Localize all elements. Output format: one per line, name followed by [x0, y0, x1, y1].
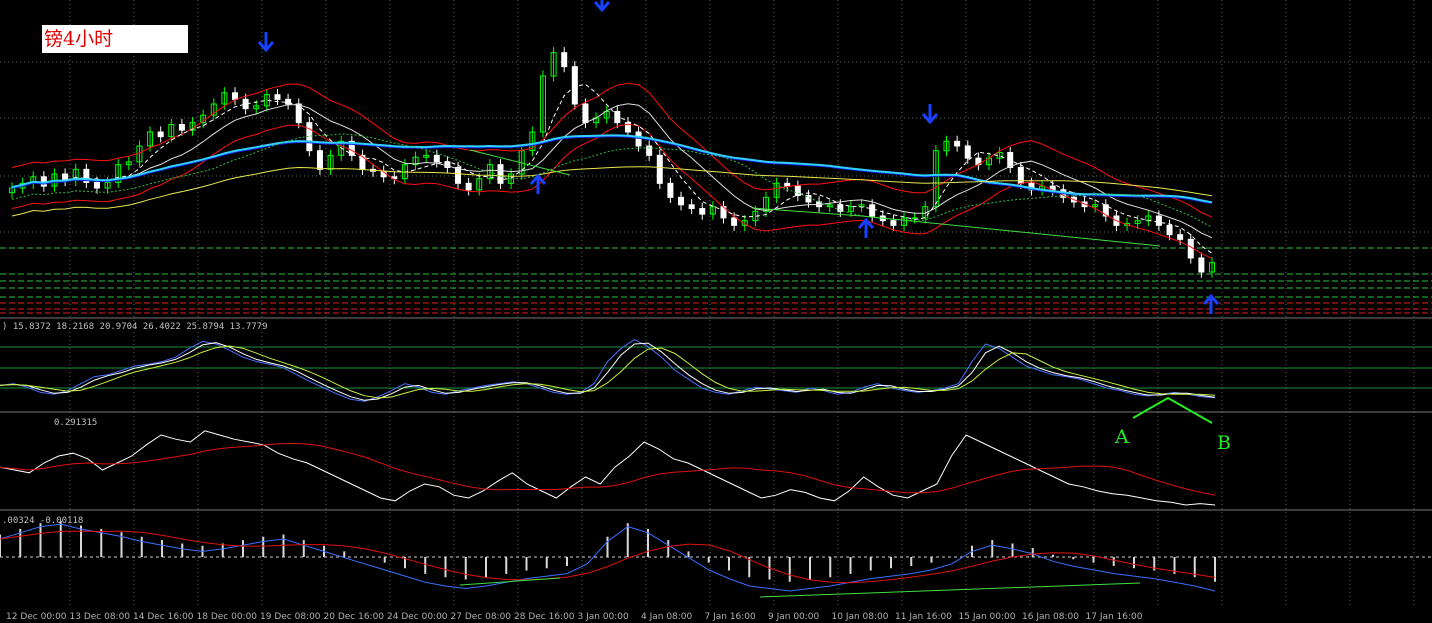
- x-axis-label: 10 Jan 08:00: [831, 612, 889, 622]
- candle-body: [667, 182, 674, 198]
- stoch-d-line: [0, 342, 1216, 401]
- oscillator-signal-line: [0, 442, 1216, 496]
- ma-mid: [11, 103, 1213, 239]
- candle-body: [964, 145, 971, 159]
- trendline: [751, 207, 1161, 247]
- chart-title: 镑4小时: [42, 25, 188, 53]
- divergence-marker: [1132, 396, 1213, 424]
- candle-body: [784, 182, 791, 187]
- candle-body: [316, 150, 323, 170]
- ma-cyan: [11, 134, 1213, 204]
- candle-body: [571, 66, 578, 105]
- candle-body: [656, 154, 663, 184]
- x-axis-label: 16 Jan 08:00: [1022, 612, 1079, 622]
- candle-body: [699, 208, 706, 215]
- candle-body: [232, 92, 239, 100]
- trendline: [759, 582, 1141, 598]
- up-arrow-icon: [529, 173, 547, 194]
- candle-body: [731, 217, 738, 226]
- stoch-label: ) 15.8372 18.2168 20.9704 26.4022 25.879…: [2, 322, 268, 332]
- annotation-b: B: [1217, 432, 1231, 454]
- x-axis-label: 24 Dec 00:00: [387, 612, 448, 622]
- candle-body: [93, 181, 100, 189]
- up-arrow-icon: [857, 217, 875, 238]
- x-axis-label: 3 Jan 00:00: [577, 612, 629, 622]
- candle-body: [455, 166, 462, 184]
- macd-label: .00324 -0.00118: [2, 516, 84, 526]
- x-axis-label: 13 Dec 08:00: [69, 612, 131, 622]
- candle-body: [157, 131, 164, 138]
- candle-body: [497, 164, 504, 184]
- macd-line: [0, 523, 1216, 592]
- up-arrow-icon: [1202, 293, 1220, 314]
- band-upper: [11, 82, 1213, 218]
- trendline: [459, 577, 561, 586]
- x-axis-label: 11 Jan 16:00: [895, 612, 952, 622]
- chart-canvas: [0, 0, 1432, 608]
- x-axis-label: 15 Jan 00:00: [958, 612, 1016, 622]
- rsi-pane: [0, 430, 1216, 506]
- ma-yellow: [11, 166, 1213, 217]
- candle-body: [465, 182, 472, 191]
- macd-pane: [0, 521, 1432, 598]
- candle-body: [582, 103, 589, 124]
- annotation-a: A: [1115, 426, 1129, 448]
- candle-body: [678, 196, 685, 206]
- stochastic-pane: [0, 339, 1432, 424]
- candle-body: [178, 124, 185, 131]
- x-axis-label: 28 Dec 16:00: [514, 612, 575, 622]
- x-axis-label: 18 Dec 00:00: [196, 612, 258, 622]
- x-axis-label: 27 Dec 08:00: [450, 612, 512, 622]
- candle-body: [890, 220, 897, 226]
- x-axis-label: 9 Jan 00:00: [768, 612, 820, 622]
- candle-body: [688, 204, 695, 210]
- oscillator-line: [0, 430, 1216, 506]
- x-axis-label: 4 Jan 08:00: [641, 612, 693, 622]
- x-axis-label: 12 Dec 00:00: [6, 612, 67, 622]
- candle-body: [1198, 257, 1205, 273]
- candle-body: [954, 140, 961, 147]
- x-axis-label: 7 Jan 16:00: [704, 612, 756, 622]
- candle-body: [274, 94, 281, 100]
- band-lower: [11, 123, 1213, 259]
- candle-body: [1155, 215, 1162, 226]
- candle-body: [295, 103, 302, 124]
- x-axis-label: 19 Dec 08:00: [260, 612, 321, 622]
- candle-body: [869, 204, 876, 217]
- down-arrow-icon: [593, 0, 611, 13]
- x-axis-label: 20 Dec 16:00: [323, 612, 385, 622]
- down-arrow-icon: [921, 104, 939, 125]
- down-arrow-icon: [257, 32, 275, 53]
- candle-body: [561, 52, 568, 68]
- candle-body: [614, 110, 621, 124]
- candle-body: [1187, 238, 1194, 259]
- ma-fast: [11, 83, 1213, 254]
- candle-body: [1166, 224, 1173, 236]
- signal-arrows: [257, 0, 1220, 314]
- rsi-label: 0.291315: [54, 418, 98, 428]
- candle-body: [1177, 234, 1184, 240]
- candle-body: [433, 154, 440, 163]
- stoch-k-line: [0, 339, 1216, 402]
- x-axis-label: 17 Jan 16:00: [1085, 612, 1143, 622]
- x-axis-label: 14 Dec 16:00: [133, 612, 194, 622]
